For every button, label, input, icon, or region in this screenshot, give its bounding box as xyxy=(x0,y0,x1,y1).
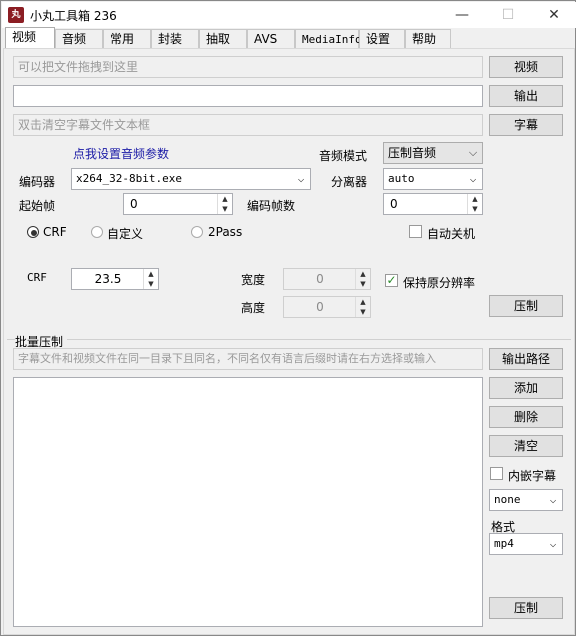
chevron-down-icon: ⌵ xyxy=(468,146,478,159)
auto-shutdown-label: 自动关机 xyxy=(427,227,476,241)
width-value: 0 xyxy=(316,272,324,286)
embed-subtitle-value: none xyxy=(494,493,521,506)
spinner-arrows-icon[interactable]: ▲ ▼ xyxy=(355,297,370,317)
crf-value: 23.5 xyxy=(94,272,122,286)
keep-resolution-checkbox[interactable]: ✓ xyxy=(385,274,398,287)
tab-extract[interactable]: 抽取 xyxy=(199,29,247,49)
height-value: 0 xyxy=(316,300,324,314)
audio-mode-select[interactable]: 压制音频 ⌵ xyxy=(383,142,483,164)
divider xyxy=(7,339,571,340)
crf-spinner[interactable]: 23.5 ▲ ▼ xyxy=(71,268,159,290)
audio-settings-link[interactable]: 点我设置音频参数 xyxy=(73,145,169,162)
audio-mode-label: 音频模式 xyxy=(319,149,368,163)
spinner-arrows-icon[interactable]: ▲ ▼ xyxy=(467,194,482,214)
tab-mediainfo[interactable]: MediaInfo xyxy=(295,29,362,49)
twopass-radio[interactable] xyxy=(191,226,203,238)
demuxer-value: auto xyxy=(388,172,415,185)
app-window: 丸 小丸工具箱 236 — ☐ ✕ 视频 音频 常用 封装 抽取 AVS Med… xyxy=(0,0,576,636)
crf-radio[interactable] xyxy=(27,226,39,238)
start-frame-label: 起始帧 xyxy=(19,199,56,213)
chevron-down-icon: ⌵ xyxy=(469,172,477,185)
title-bar: 丸 小丸工具箱 236 — ☐ ✕ xyxy=(2,2,576,28)
tab-audio[interactable]: 音频 xyxy=(55,29,103,49)
output-path-button[interactable]: 输出路径 xyxy=(489,348,563,370)
subtitle-button[interactable]: 字幕 xyxy=(489,114,563,136)
start-frame-value: 0 xyxy=(130,197,138,211)
custom-radio-label: 自定义 xyxy=(107,227,144,241)
crf-radio-label: CRF xyxy=(43,225,67,239)
window-title: 小丸工具箱 236 xyxy=(30,9,117,23)
demuxer-label: 分离器 xyxy=(331,175,368,189)
frame-count-label: 编码帧数 xyxy=(247,199,296,213)
maximize-button[interactable]: ☐ xyxy=(486,3,530,27)
height-label: 高度 xyxy=(241,301,266,315)
embed-subtitle-label: 内嵌字幕 xyxy=(508,469,557,483)
output-file-input[interactable] xyxy=(13,85,483,107)
audio-mode-value: 压制音频 xyxy=(388,146,437,160)
tab-avs[interactable]: AVS xyxy=(247,29,295,49)
encoder-select[interactable]: x264_32-8bit.exe ⌵ xyxy=(71,168,311,190)
embed-subtitle-select[interactable]: none ⌵ xyxy=(489,489,563,511)
tab-video[interactable]: 视频 xyxy=(5,27,55,50)
encoder-label: 编码器 xyxy=(19,175,56,189)
tab-help[interactable]: 帮助 xyxy=(405,29,451,49)
minimize-button[interactable]: — xyxy=(440,3,484,27)
chevron-down-icon: ⌵ xyxy=(549,493,557,506)
custom-radio[interactable] xyxy=(91,226,103,238)
frame-count-value: 0 xyxy=(390,197,398,211)
height-spinner[interactable]: 0 ▲ ▼ xyxy=(283,296,371,318)
app-icon: 丸 xyxy=(8,7,24,23)
width-label: 宽度 xyxy=(241,273,266,287)
close-button[interactable]: ✕ xyxy=(532,3,576,27)
frame-count-spinner[interactable]: 0 ▲ ▼ xyxy=(383,193,483,215)
crf-value-label: CRF xyxy=(27,271,47,284)
batch-hint-input[interactable]: 字幕文件和视频文件在同一目录下且同名，不同名仅有语言后缀时请在右方选择或输入 xyxy=(13,348,483,370)
auto-shutdown-checkbox[interactable] xyxy=(409,225,422,238)
twopass-radio-label: 2Pass xyxy=(208,225,243,239)
clear-button[interactable]: 清空 xyxy=(489,435,563,457)
delete-button[interactable]: 删除 xyxy=(489,406,563,428)
chevron-down-icon: ⌵ xyxy=(297,172,305,185)
tab-settings[interactable]: 设置 xyxy=(359,29,405,49)
encoder-value: x264_32-8bit.exe xyxy=(76,172,182,185)
keep-resolution-label: 保持原分辨率 xyxy=(403,276,476,290)
format-value: mp4 xyxy=(494,537,514,550)
spinner-arrows-icon[interactable]: ▲ ▼ xyxy=(143,269,158,289)
chevron-down-icon: ⌵ xyxy=(549,537,557,550)
video-file-input[interactable]: 可以把文件拖拽到这里 xyxy=(13,56,483,78)
batch-compress-button[interactable]: 压制 xyxy=(489,597,563,619)
tab-mux[interactable]: 封装 xyxy=(151,29,199,49)
batch-file-list[interactable] xyxy=(13,377,483,627)
spinner-arrows-icon[interactable]: ▲ ▼ xyxy=(355,269,370,289)
width-spinner[interactable]: 0 ▲ ▼ xyxy=(283,268,371,290)
spinner-arrows-icon[interactable]: ▲ ▼ xyxy=(217,194,232,214)
compress-button[interactable]: 压制 xyxy=(489,295,563,317)
tab-common[interactable]: 常用 xyxy=(103,29,151,49)
subtitle-file-input[interactable]: 双击清空字幕文件文本框 xyxy=(13,114,483,136)
add-button[interactable]: 添加 xyxy=(489,377,563,399)
embed-subtitle-checkbox[interactable] xyxy=(490,467,503,480)
start-frame-spinner[interactable]: 0 ▲ ▼ xyxy=(123,193,233,215)
video-button[interactable]: 视频 xyxy=(489,56,563,78)
output-button[interactable]: 输出 xyxy=(489,85,563,107)
format-select[interactable]: mp4 ⌵ xyxy=(489,533,563,555)
demuxer-select[interactable]: auto ⌵ xyxy=(383,168,483,190)
